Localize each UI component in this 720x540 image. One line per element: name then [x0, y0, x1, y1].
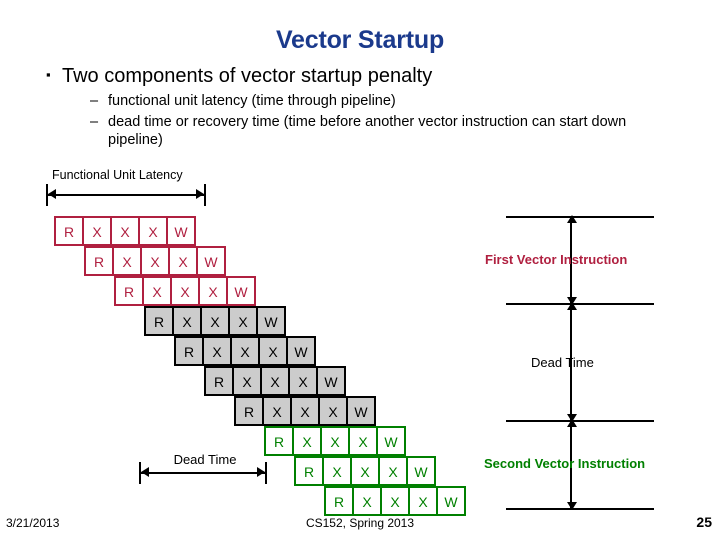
- pipeline-stage-cell: X: [140, 246, 170, 276]
- pipeline-stage-cell: X: [170, 276, 200, 306]
- pipeline-stage-cell: R: [294, 456, 324, 486]
- pipeline-stage-cell: W: [436, 486, 466, 516]
- pipeline-stage-cell: X: [232, 366, 262, 396]
- pipeline-stage-cell: R: [264, 426, 294, 456]
- arrowhead-left-icon: [48, 189, 56, 199]
- arrowhead-left-icon: [141, 467, 149, 477]
- pipeline-stage-cell: X: [318, 396, 348, 426]
- pipeline-stage-cell: X: [352, 486, 382, 516]
- pipeline-stage-cell: R: [204, 366, 234, 396]
- pipeline-row-dead-time: RXXXW: [234, 396, 376, 426]
- pipeline-stage-cell: X: [82, 216, 112, 246]
- annotation-rule-bottom: [506, 508, 654, 510]
- pipeline-stage-cell: R: [84, 246, 114, 276]
- pipeline-stage-cell: X: [262, 396, 292, 426]
- pipeline-stage-cell: X: [290, 396, 320, 426]
- pipeline-stage-cell: X: [172, 306, 202, 336]
- arrowhead-up-icon: [567, 302, 577, 310]
- pipeline-stage-cell: X: [260, 366, 290, 396]
- pipeline-row-second-vector-instruction: RXXXW: [324, 486, 466, 516]
- pipeline-stage-cell: R: [114, 276, 144, 306]
- pipeline-stage-cell: X: [110, 216, 140, 246]
- arrowhead-right-icon: [196, 189, 204, 199]
- pipeline-stage-cell: X: [200, 306, 230, 336]
- pipeline-row-second-vector-instruction: RXXXW: [294, 456, 436, 486]
- functional-unit-latency-label: Functional Unit Latency: [52, 168, 183, 182]
- pipeline-stage-cell: X: [320, 426, 350, 456]
- pipeline-stage-cell: W: [166, 216, 196, 246]
- pipeline-row-dead-time: RXXXW: [144, 306, 286, 336]
- pipeline-stage-cell: X: [230, 336, 260, 366]
- pipeline-row-first-vector-instruction: RXXXW: [54, 216, 196, 246]
- pipeline-stage-cell: X: [350, 456, 380, 486]
- measure-cap-right: [265, 462, 267, 484]
- pipeline-stage-cell: R: [324, 486, 354, 516]
- pipeline-stage-cell: W: [346, 396, 376, 426]
- pipeline-row-first-vector-instruction: RXXXW: [114, 276, 256, 306]
- pipeline-stage-cell: X: [112, 246, 142, 276]
- pipeline-row-first-vector-instruction: RXXXW: [84, 246, 226, 276]
- functional-unit-latency-measure-arrow: [46, 184, 206, 206]
- pipeline-stage-cell: W: [376, 426, 406, 456]
- pipeline-stage-cell: W: [286, 336, 316, 366]
- pipeline-stage-cell: W: [256, 306, 286, 336]
- pipeline-stage-cell: X: [142, 276, 172, 306]
- pipeline-stage-cell: W: [316, 366, 346, 396]
- pipeline-stage-cell: X: [258, 336, 288, 366]
- pipeline-row-dead-time: RXXXW: [174, 336, 316, 366]
- pipeline-stage-cell: R: [144, 306, 174, 336]
- annotation-rule-third: [506, 420, 654, 422]
- measure-shaft: [141, 472, 265, 474]
- pipeline-row-second-vector-instruction: RXXXW: [264, 426, 406, 456]
- pipeline-stage-cell: X: [228, 306, 258, 336]
- arrowhead-up-icon: [567, 215, 577, 223]
- measure-shaft: [48, 194, 204, 196]
- annotation-rule-second: [506, 303, 654, 305]
- pipeline-row-dead-time: RXXXW: [204, 366, 346, 396]
- pipeline-stage-cell: W: [196, 246, 226, 276]
- arrowhead-down-icon: [567, 502, 577, 510]
- arrowhead-right-icon: [257, 467, 265, 477]
- pipeline-stage-cell: X: [408, 486, 438, 516]
- dead-time-annotation-label: Dead Time: [531, 355, 594, 370]
- pipeline-stage-cell: X: [378, 456, 408, 486]
- pipeline-stage-cell: X: [288, 366, 318, 396]
- footer-page-number: 25: [696, 514, 712, 530]
- pipeline-stage-cell: X: [168, 246, 198, 276]
- pipeline-stage-cell: R: [174, 336, 204, 366]
- measure-cap-right: [204, 184, 206, 206]
- pipeline-stage-cell: X: [138, 216, 168, 246]
- first-vector-instruction-label: First Vector Instruction: [485, 252, 628, 267]
- pipeline-diagram: Functional Unit Latency Dead Time RXXXWR…: [0, 0, 720, 540]
- pipeline-stage-cell: W: [406, 456, 436, 486]
- dead-time-measure-arrow: [139, 462, 267, 484]
- pipeline-stage-cell: R: [54, 216, 84, 246]
- pipeline-stage-cell: X: [322, 456, 352, 486]
- pipeline-stage-cell: W: [226, 276, 256, 306]
- second-vector-instruction-label: Second Vector Instruction: [484, 456, 646, 471]
- pipeline-stage-cell: R: [234, 396, 264, 426]
- arrowhead-up-icon: [567, 419, 577, 427]
- pipeline-stage-cell: X: [380, 486, 410, 516]
- footer-course-info: CS152, Spring 2013: [305, 516, 415, 530]
- annotation-rule-top: [506, 216, 654, 218]
- pipeline-stage-cell: X: [198, 276, 228, 306]
- pipeline-stage-cell: X: [292, 426, 322, 456]
- pipeline-stage-cell: X: [348, 426, 378, 456]
- pipeline-stage-cell: X: [202, 336, 232, 366]
